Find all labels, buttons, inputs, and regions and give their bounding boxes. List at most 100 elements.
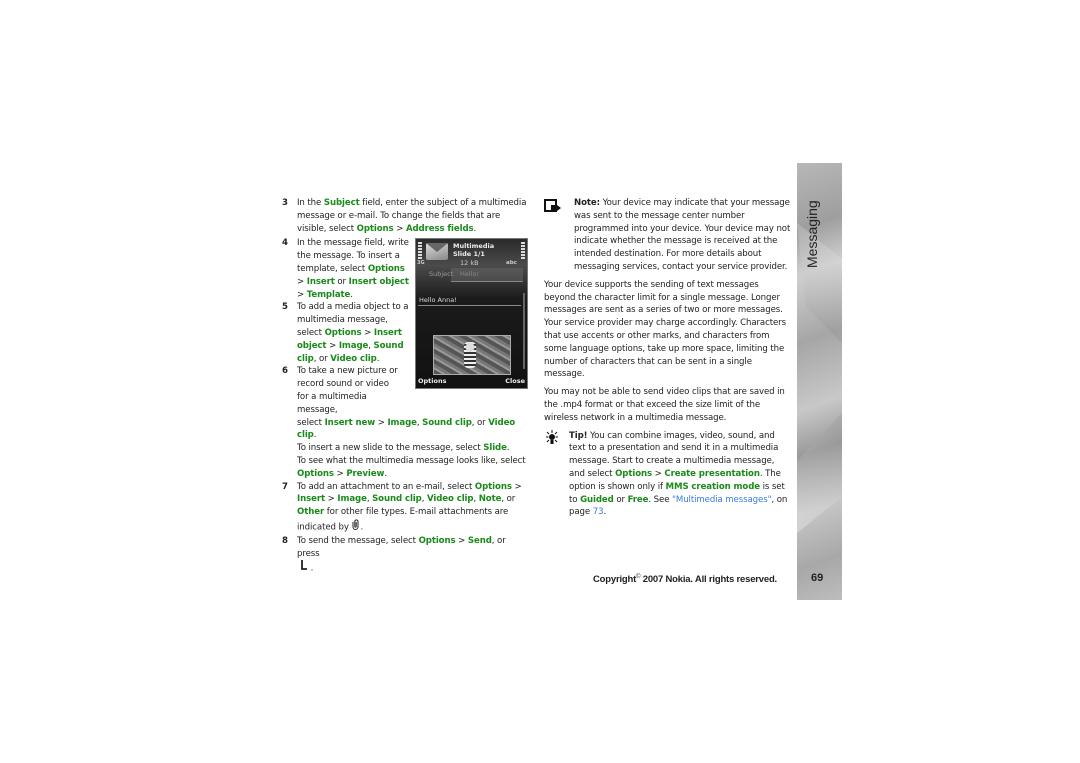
keyword-insert-object: Insert object [348,276,409,287]
text: select [297,417,325,428]
keyword-guided: Guided [580,494,614,505]
message-size: 12 kB [460,259,479,267]
keyword-options: Options [324,327,362,338]
right-column: Note: Your device may indicate that your… [544,197,792,519]
paragraph-text-limit: Your device supports the sending of text… [544,279,786,380]
keyword-options: Options [474,481,512,492]
text: , or [501,494,516,505]
keyword-insert: Insert [297,494,326,505]
keyword-options: Options [297,468,334,479]
step-number: 3 [282,198,288,208]
inserted-image [433,335,511,375]
keyword-other: Other [297,507,325,518]
note-block: Note: Your device may indicate that your… [544,197,792,274]
step-number: 6 [282,366,288,377]
keyword-insert-new: Insert new [324,417,376,428]
separator: > [652,468,665,479]
text: . [506,443,510,454]
keyword-options: Options [418,535,456,546]
keyword-note: Note [478,494,502,505]
close-softkey[interactable]: Close [505,377,525,385]
text: . [376,353,380,364]
keyword-video-clip: Video clip [426,494,474,505]
person-photo [464,342,476,368]
scrollbar[interactable] [523,293,525,369]
subject-label: Subject [429,270,454,278]
step-number: 8 [282,535,288,546]
text: . [360,522,364,533]
keyword-template: Template [306,289,351,300]
text: . [384,468,387,479]
separator: > [455,535,468,546]
lightbulb-icon [544,429,558,446]
keyword-preview: Preview [346,468,385,479]
text: To insert a new slide to the message, se… [297,443,484,454]
text: , or [471,417,489,428]
paragraph-video-limit: You may not be able to send video clips … [544,387,785,423]
text: or [334,276,349,287]
note-icon [544,199,561,213]
keyword-sound-clip: Sound clip [422,417,472,428]
text: To add an attachment to an e-mail, selec… [297,481,475,492]
slide-indicator: Slide 1/1 [453,250,485,258]
separator: > [333,468,347,479]
text: In the [297,198,324,208]
text: To send the message, select [297,535,419,546]
keyword-mms-creation-mode: MMS creation mode [665,481,761,492]
page-73-link[interactable]: 73 [593,507,604,517]
divider [418,305,521,306]
keyword-image: Image [338,340,369,351]
step-number: 4 [282,238,288,249]
separator: > [393,223,406,234]
keyword-video-clip: Video clip [330,353,377,364]
step-4: 4 In the message field, write the messag… [282,237,409,301]
separator: > [325,494,338,505]
tip-block: Tip! You can combine images, video, soun… [544,429,792,520]
text: . [310,563,314,574]
network-indicator: 3G [417,260,425,266]
input-mode-indicator: abc [506,260,517,266]
envelope-icon [426,243,448,260]
text: . [473,223,477,234]
step-3: 3 In the Subject field, enter the subjec… [282,197,530,235]
text: or [613,494,628,505]
keyword-options: Options [356,223,394,234]
copyright-text: 2007 Nokia. All rights reserved. [642,574,777,586]
copyright-prefix: Copyright [593,574,637,586]
separator: > [297,276,307,287]
step-number: 5 [282,302,288,313]
page-number: 69 [811,572,824,584]
screen-title: Multimedia [453,242,495,250]
battery-level-icon [521,242,525,260]
step-number: 7 [282,481,288,492]
options-softkey[interactable]: Options [418,377,446,385]
note-text: Your device may indicate that your messa… [574,198,791,272]
subject-value: Hello! [460,270,480,278]
step-8: 8 To send the message, select Options > … [282,535,530,576]
step-7: 7 To add an attachment to an e-mail, sel… [282,481,530,535]
separator: > [326,340,339,351]
text: . [313,430,317,441]
step-6-intro: To take a new picture or record sound or… [297,366,398,415]
multimedia-messages-link[interactable]: "Multimedia messages" [672,495,772,505]
text: . [603,507,607,518]
keyword-free: Free [627,494,649,505]
separator: > [511,481,522,492]
text: To see what the multimedia message looks… [297,455,526,466]
step-6-line-slide: To insert a new slide to the message, se… [297,442,530,455]
tip-label: Tip! [569,430,588,441]
keyword-slide: Slide [483,443,507,454]
keyword-image: Image [387,417,417,428]
keyword-image: Image [337,494,367,505]
note-label: Note: [574,198,600,208]
signal-strength-icon [418,242,422,260]
call-key-icon [300,560,308,576]
step-5: 5 To add a media object to a multimedia … [282,301,409,365]
message-body[interactable]: Hello Anna! [419,296,457,304]
keyword-insert: Insert [306,276,335,287]
keyword-address-fields: Address fields [405,223,474,234]
keyword-create-presentation: Create presentation [664,468,760,479]
keyword-options: Options [615,468,653,479]
step-6-line-insert-new: select Insert new > Image, Sound clip, o… [297,417,530,443]
keyword-sound-clip: Sound clip [372,494,422,505]
